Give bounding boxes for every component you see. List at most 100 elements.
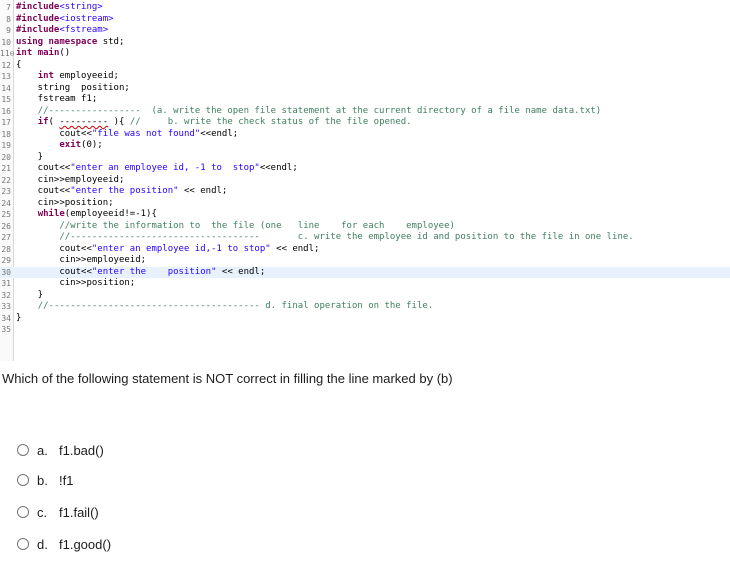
code-token: exit [59,140,82,150]
code-line: 10 using namespace std; [0,37,730,48]
code-token: #include [16,13,60,24]
code-text: #include<fstream> [16,25,108,36]
code-line: 22 cin>>employeeid; [0,175,730,186]
code-token: } [16,312,22,323]
line-number: 14 [1,83,11,93]
option-text: f1.good() [59,536,112,552]
option-letter: d. [37,536,48,552]
code-line: 34} [0,313,730,324]
option-d[interactable]: d. f1.good() [17,535,111,553]
option-letter: c. [37,504,48,520]
code-token: if [37,117,49,127]
code-token: (0); [81,140,103,150]
radio-button[interactable] [17,538,29,550]
code-token: <fstream> [59,25,109,35]
code-text: cout<<"enter the position" << endl; [16,267,265,278]
line-number: 8 [6,14,11,24]
code-token: int [37,71,54,81]
code-line: 14 string position; [0,83,730,94]
code-text: int main() [16,48,70,59]
code-text: //----------------------------------- c.… [16,232,633,243]
code-text: cin>>employeeid; [16,255,146,266]
code-line: 18 cout<<"file was not found"<<endl; [0,129,730,140]
option-a[interactable]: a. f1.bad() [17,441,104,459]
line-number: 10 [1,37,11,47]
code-line: 20 } [0,152,730,163]
code-text: #include<string> [16,2,103,13]
code-token: #include [16,25,60,35]
question-text: Which of the following statement is NOT … [2,371,453,386]
code-text: } [16,152,43,163]
line-number: 28 [1,244,11,254]
option-text: f1.bad() [59,442,104,458]
code-text: #include<iostream> [16,14,114,25]
code-line: 21 cout<<"enter an employee id, -1 to st… [0,163,730,174]
line-number: 35 [1,325,11,334]
line-number: 29 [1,256,11,265]
option-text: !f1 [59,472,74,488]
code-line: 15 fstream f1; [0,94,730,105]
code-token: std; [97,36,125,47]
code-line: 35 [0,324,730,335]
code-token: <iostream> [59,13,114,24]
code-token: employeeid; [53,71,119,81]
option-letter: a. [37,442,48,458]
code-token: cin>>employeeid; [16,174,125,185]
line-number: 18 [1,129,11,139]
option-c[interactable]: c. f1.fail() [17,503,99,521]
line-number: 27 [1,233,11,242]
line-number: 26 [1,221,11,231]
code-text: cin>>employeeid; [16,174,125,186]
code-token: <<endl; [259,163,298,173]
code-token: << endl; [216,266,266,277]
code-token: while [37,209,65,219]
line-number: 7 [6,3,11,12]
option-b[interactable]: b. !f1 [17,471,73,489]
radio-button[interactable] [17,506,29,518]
code-token: cin>>position; [16,278,136,288]
code-line: 23 cout<<"enter the position" << endl; [0,186,730,197]
code-text: cout<<"enter the position" << endl; [16,186,228,197]
code-token: cout<< [16,186,71,196]
code-line: 28 cout<<"enter an employee id,-1 to sto… [0,244,730,255]
code-token: fstream f1; [16,94,98,104]
code-text: while(employeeid!=-1){ [16,209,157,220]
line-number: 33 [1,302,11,311]
line-number: 17 [1,118,11,127]
code-token: } [16,151,44,162]
code-line: 27 //-----------------------------------… [0,232,730,243]
code-token: << endl; [178,186,228,196]
code-token: #include [16,2,60,12]
code-token: "enter the position" [91,266,217,277]
line-number: 11⊖ [0,49,15,58]
code-text: } [16,313,21,324]
code-token: // b. write the check status of the file… [129,117,412,127]
code-line: 8 #include<iostream> [0,14,730,25]
radio-button[interactable] [17,474,29,486]
code-line: 11⊖ int main() [0,48,730,59]
code-text: fstream f1; [16,94,98,105]
code-token: "enter an employee id,-1 to stop" [91,243,271,254]
code-line: 25 while(employeeid!=-1){ [0,209,730,220]
radio-button[interactable] [17,444,29,456]
line-number: 23 [1,187,11,196]
code-text: using namespace std; [16,37,124,48]
code-token: cout<< [16,243,92,254]
code-text: //write the information to the file (one… [16,221,455,232]
code-token: <string> [59,2,103,12]
code-token: --------- [59,117,109,127]
code-text: //--------------------------------------… [16,301,434,312]
code-line: 16 //----------------- (a. write the ope… [0,106,730,117]
code-token: main [37,48,60,58]
code-token: "enter an employee id, -1 to stop" [70,163,260,173]
code-text: cin>>position; [16,278,135,289]
code-line: 32 } [0,290,730,301]
code-line: 19 exit(0); [0,140,730,151]
line-number: 21 [1,164,11,173]
code-text: } [16,290,43,301]
code-text: //----------------- (a. write the open f… [16,106,602,117]
